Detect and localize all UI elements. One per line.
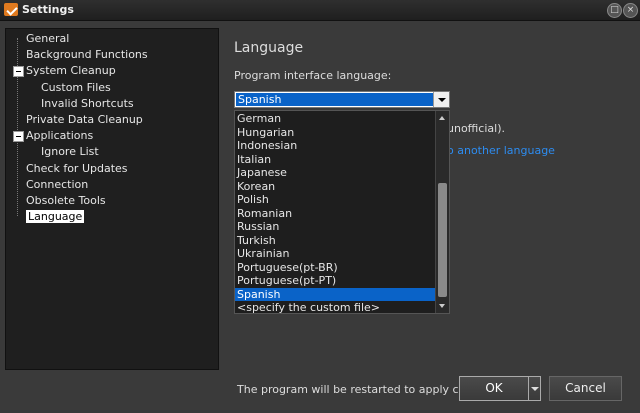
tree-item[interactable]: Connection [26, 177, 88, 192]
settings-tree[interactable]: General Background Functions System Cleanu… [5, 28, 219, 370]
tree-item-label: Custom Files [41, 80, 111, 94]
tree-item[interactable]: System Cleanup [26, 63, 116, 78]
tree-expander-icon[interactable] [13, 66, 24, 78]
tree-item[interactable]: Background Functions [26, 47, 148, 62]
dropdown-option[interactable]: Italian [235, 153, 438, 167]
tree-item[interactable]: Invalid Shortcuts [41, 96, 134, 111]
cancel-button[interactable]: Cancel [549, 376, 622, 401]
tree-item-label: Check for Updates [26, 161, 128, 175]
ok-dropdown-button[interactable] [528, 376, 541, 401]
tree-item-label: Invalid Shortcuts [41, 96, 134, 110]
tree-item[interactable]: Ignore List [41, 144, 99, 159]
dropdown-option[interactable]: Hungarian [235, 126, 438, 140]
tree-item[interactable]: General [26, 31, 69, 46]
dropdown-scrollbar[interactable] [435, 111, 449, 313]
tree-item-label: Language [26, 210, 85, 224]
scrollbar-thumb[interactable] [438, 183, 447, 297]
close-icon[interactable]: × [623, 3, 638, 18]
title-bar: Settings □ × [0, 0, 640, 21]
chevron-down-icon[interactable] [433, 92, 449, 107]
dropdown-option[interactable]: German [235, 112, 438, 126]
window-title: Settings [22, 3, 74, 16]
tree-item[interactable]: Obsolete Tools [26, 193, 106, 208]
tree-item-label: General [26, 32, 70, 45]
tree-item-label: System Cleanup [26, 64, 116, 78]
dropdown-option[interactable]: Ukrainian [235, 247, 438, 261]
dropdown-option[interactable]: Polish [235, 193, 438, 207]
translate-link[interactable]: o another language [447, 144, 555, 157]
dropdown-option[interactable]: Indonesian [235, 139, 438, 153]
dropdown-option[interactable]: Russian [235, 220, 438, 234]
tree-item-label: Obsolete Tools [26, 194, 106, 207]
tree-item[interactable]: Applications [26, 128, 93, 143]
ok-button[interactable]: OK [459, 376, 529, 401]
dropdown-option[interactable]: Korean [235, 180, 438, 194]
dropdown-option[interactable]: Romanian [235, 207, 438, 221]
tree-item[interactable]: Custom Files [41, 80, 111, 95]
dropdown-option[interactable]: Turkish [235, 234, 438, 248]
dropdown-option[interactable]: Spanish [235, 287, 438, 301]
dropdown-option[interactable]: Japanese [235, 166, 438, 180]
dropdown-option[interactable]: Portuguese(pt-PT) [235, 274, 438, 288]
tree-item-label: Ignore List [41, 145, 99, 159]
tree-item[interactable]: Private Data Cleanup [26, 112, 143, 127]
tree-item-label: Private Data Cleanup [26, 113, 143, 126]
language-select-value: Spanish [236, 93, 433, 106]
language-select[interactable]: Spanish [234, 91, 450, 108]
tree-connector-line [17, 38, 18, 216]
tree-item-label: Connection [26, 177, 89, 191]
dropdown-option[interactable]: <specify the custom file> [235, 301, 438, 315]
language-label: Program interface language: [234, 69, 392, 82]
scroll-down-icon[interactable] [439, 304, 445, 308]
scroll-up-icon[interactable] [439, 116, 445, 120]
tree-item[interactable]: Language [26, 209, 85, 224]
dropdown-option[interactable]: Portuguese(pt-BR) [235, 261, 438, 275]
restart-note: The program will be restarted to apply c… [237, 383, 490, 396]
tree-item[interactable]: Check for Updates [26, 161, 128, 176]
app-check-icon [4, 3, 18, 16]
tree-item-label: Background Functions [26, 48, 148, 62]
maximize-icon[interactable]: □ [607, 3, 622, 18]
language-dropdown-list[interactable]: <specify the custom file> Spanish Portugue… [234, 110, 450, 314]
tree-expander-icon[interactable] [13, 131, 24, 143]
tree-item-label: Applications [26, 129, 94, 143]
panel-title: Language [234, 40, 304, 56]
translation-note: unofficial). [447, 122, 505, 135]
